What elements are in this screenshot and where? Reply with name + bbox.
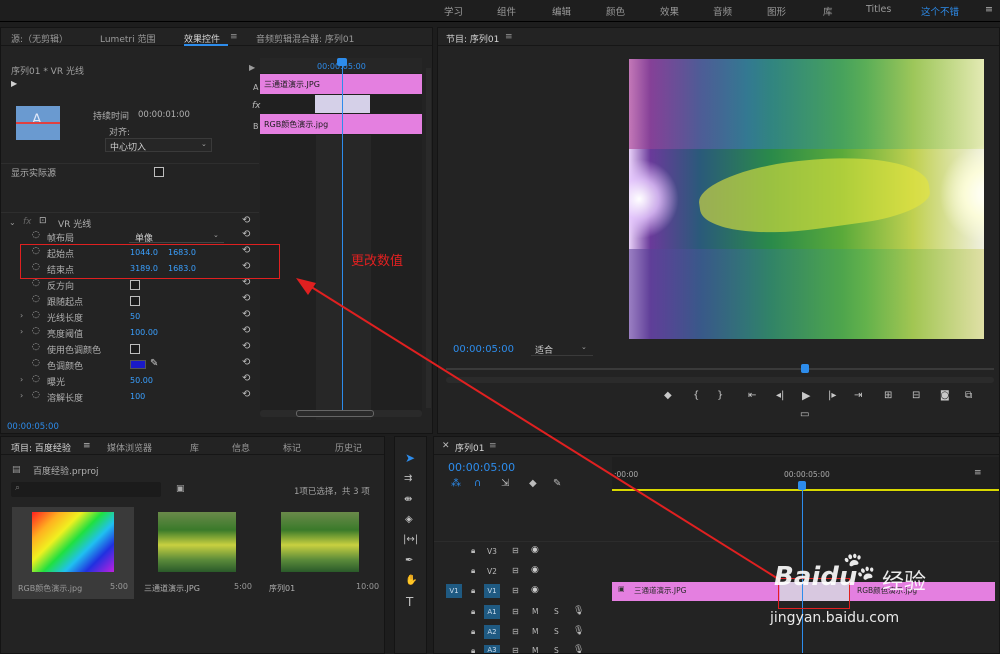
watermark: Baidu 🐾︎ 经验 jingyan.baidu.com xyxy=(770,550,990,640)
paw-logo-icon: 🐾︎ xyxy=(840,550,879,585)
watermark-brand-cn: 经验 xyxy=(882,570,927,595)
watermark-url: jingyan.baidu.com xyxy=(770,610,900,626)
